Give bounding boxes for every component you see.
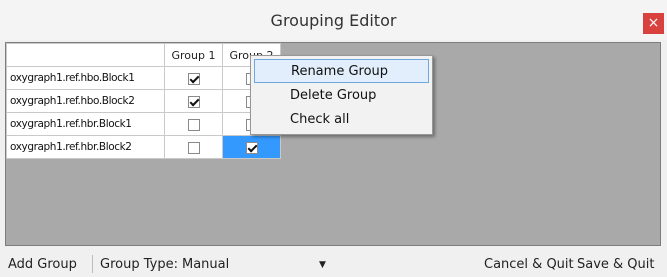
checkbox[interactable] (187, 95, 200, 108)
checkbox[interactable] (187, 141, 200, 154)
group-grid: Group 1 Group 2 oxygraph1.ref.hbo.Block1… (6, 43, 281, 159)
close-icon[interactable]: × (643, 13, 664, 34)
grid-cell[interactable] (164, 66, 223, 90)
row-label: oxygraph1.ref.hbr.Block2 (6, 135, 165, 159)
table-row: oxygraph1.ref.hbr.Block1 (6, 112, 281, 136)
cancel-quit-button[interactable]: Cancel & Quit (484, 257, 574, 272)
grid-cell[interactable] (164, 112, 223, 136)
checkbox[interactable] (187, 72, 200, 85)
menu-item-delete-group[interactable]: Delete Group (254, 84, 429, 108)
row-label: oxygraph1.ref.hbo.Block2 (6, 89, 165, 113)
grid-cell[interactable] (164, 135, 223, 159)
group-type-select[interactable]: Manual (182, 257, 229, 272)
menu-item-check-all[interactable]: Check all (254, 108, 429, 132)
status-bar: Add Group Group Type: Manual ▼ Cancel & … (0, 249, 667, 277)
add-group-button[interactable]: Add Group (8, 257, 77, 272)
menu-item-rename-group[interactable]: Rename Group (254, 59, 429, 83)
table-row: oxygraph1.ref.hbo.Block2 (6, 89, 281, 113)
row-label: oxygraph1.ref.hbr.Block1 (6, 112, 165, 136)
checkbox[interactable] (187, 118, 200, 131)
table-row: oxygraph1.ref.hbr.Block2 (6, 135, 281, 159)
grid-cell[interactable] (222, 135, 281, 159)
chevron-down-icon[interactable]: ▼ (319, 260, 326, 270)
save-quit-button[interactable]: Save & Quit (577, 257, 655, 272)
separator (92, 255, 93, 273)
context-menu: Rename Group Delete Group Check all (250, 55, 433, 135)
checkbox[interactable] (245, 141, 258, 154)
grid-cell[interactable] (164, 89, 223, 113)
group-type-label: Group Type: (100, 257, 178, 272)
grid-corner (6, 43, 165, 67)
row-label: oxygraph1.ref.hbo.Block1 (6, 66, 165, 90)
header-row: Group 1 Group 2 (6, 43, 281, 67)
column-header-group-1[interactable]: Group 1 (164, 43, 223, 67)
window-title: Grouping Editor (270, 11, 397, 30)
table-row: oxygraph1.ref.hbo.Block1 (6, 66, 281, 90)
title-bar: Grouping Editor × (0, 0, 667, 40)
